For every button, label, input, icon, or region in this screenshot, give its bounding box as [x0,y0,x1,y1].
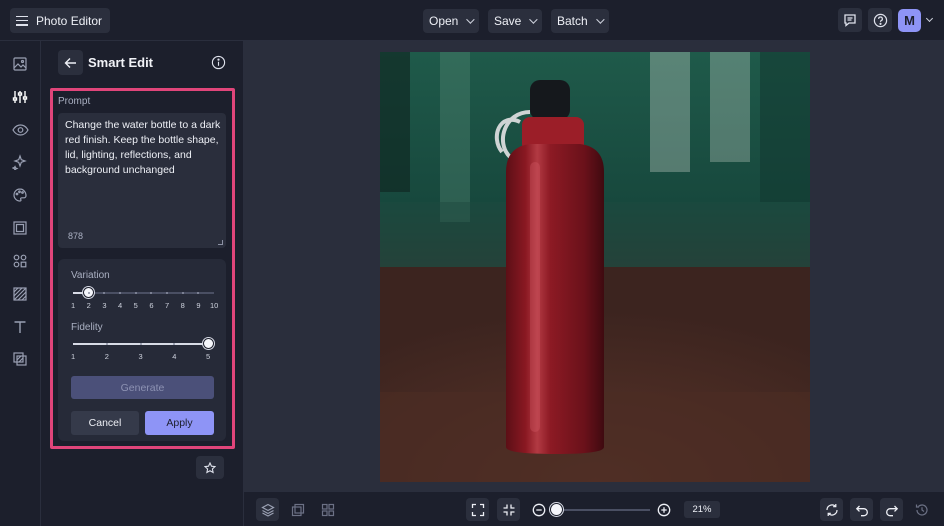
slider-tick-dot [87,292,90,294]
zoom-in-button[interactable] [652,498,675,521]
texture-icon[interactable] [11,285,29,303]
redo-button[interactable] [880,498,903,521]
duplicate-icon [291,503,304,516]
overlay-icon[interactable] [11,350,29,368]
slider-tick-label: 3 [138,352,143,361]
elements-icon[interactable] [11,252,29,270]
undo-icon [855,505,868,516]
fit-to-screen-button[interactable] [466,498,489,521]
cancel-button[interactable]: Cancel [71,411,139,435]
frame-icon[interactable] [11,219,29,237]
history-icon [915,503,928,516]
slider-tick-label: 2 [104,352,109,361]
open-menu-button[interactable]: Open [423,9,480,33]
grid-button[interactable] [316,498,339,521]
slider-tick-label: 3 [102,301,107,310]
app-title: Photo Editor [36,13,103,28]
batch-menu-label: Batch [557,14,588,28]
adjust-sliders-icon[interactable] [11,88,29,106]
eye-icon[interactable] [11,121,29,139]
refresh-icon [825,503,838,516]
compare-button[interactable] [820,498,843,521]
info-icon[interactable] [211,55,226,73]
open-menu-label: Open [429,14,459,28]
slider-tick-dot [134,292,137,294]
help-icon [873,13,887,27]
history-button[interactable] [910,498,933,521]
panel-title: Smart Edit [88,55,154,70]
zoom-out-button[interactable] [527,498,550,521]
zoom-out-icon [532,503,545,516]
actual-size-button[interactable] [497,498,520,521]
back-button[interactable] [58,50,83,75]
chevron-down-icon [529,15,539,24]
tool-rail [0,41,41,526]
variation-track[interactable] [73,292,214,294]
undo-button[interactable] [850,498,873,521]
grid-icon [321,503,334,516]
palette-icon[interactable] [11,186,29,204]
star-icon [204,461,216,474]
slider-tick-dot [119,292,121,294]
water-bottle-photo [380,52,810,482]
duplicate-button[interactable] [286,498,309,521]
photo-canvas[interactable] [380,52,810,482]
redo-icon [885,505,898,516]
feedback-button[interactable] [838,8,862,32]
slider-tick-label: 1 [71,301,76,310]
batch-menu-button[interactable]: Batch [551,9,609,33]
slider-tick-label: 4 [118,301,123,310]
zoom-in-icon [657,503,670,516]
help-button[interactable] [868,8,892,32]
fidelity-label: Fidelity [71,322,103,333]
slider-tick-label: 7 [165,301,170,310]
expand-icon [471,503,484,516]
slider-tick-label: 2 [86,301,91,310]
chevron-down-icon [595,15,605,24]
layers-button[interactable] [256,498,279,521]
sparkle-effects-icon[interactable] [11,153,29,171]
generate-button[interactable]: Generate [71,376,214,399]
slider-tick-label: 6 [149,301,154,310]
slider-tick-dot [105,343,108,345]
collapse-icon [503,504,514,515]
hamburger-icon [16,15,28,26]
zoom-slider-track[interactable] [552,509,650,511]
avatar[interactable]: M [898,9,921,32]
slider-tick-label: 4 [172,352,177,361]
image-tool-icon[interactable] [11,55,29,73]
slider-tick-label: 8 [180,301,185,310]
slider-tick-label: 5 [133,301,138,310]
save-menu-button[interactable]: Save [488,9,543,33]
resize-grip-icon[interactable] [218,240,223,245]
variation-label: Variation [71,270,110,281]
text-icon[interactable] [11,318,29,336]
chevron-down-icon [466,15,476,24]
slider-tick-label: 1 [71,352,76,361]
slider-tick-label: 10 [210,301,219,310]
prompt-label: Prompt [58,96,91,107]
layers-icon [260,503,275,517]
favorite-button[interactable] [196,456,224,479]
save-menu-label: Save [494,14,522,28]
prompt-text[interactable]: Change the water bottle to a dark red fi… [65,118,225,178]
slider-tick-dot [181,292,184,294]
char-count: 878 [68,231,84,241]
slider-tick-label: 9 [196,301,201,310]
feedback-icon [844,14,856,27]
zoom-percent[interactable]: 21% [684,501,720,518]
apply-button[interactable]: Apply [145,411,214,435]
slider-tick-label: 5 [206,352,211,361]
fidelity-slider-knob[interactable] [202,338,214,349]
slider-tick-dot [166,292,168,294]
main-menu-button[interactable]: Photo Editor [10,8,111,33]
arrow-left-icon [64,57,76,68]
slider-tick-dot [139,343,142,345]
